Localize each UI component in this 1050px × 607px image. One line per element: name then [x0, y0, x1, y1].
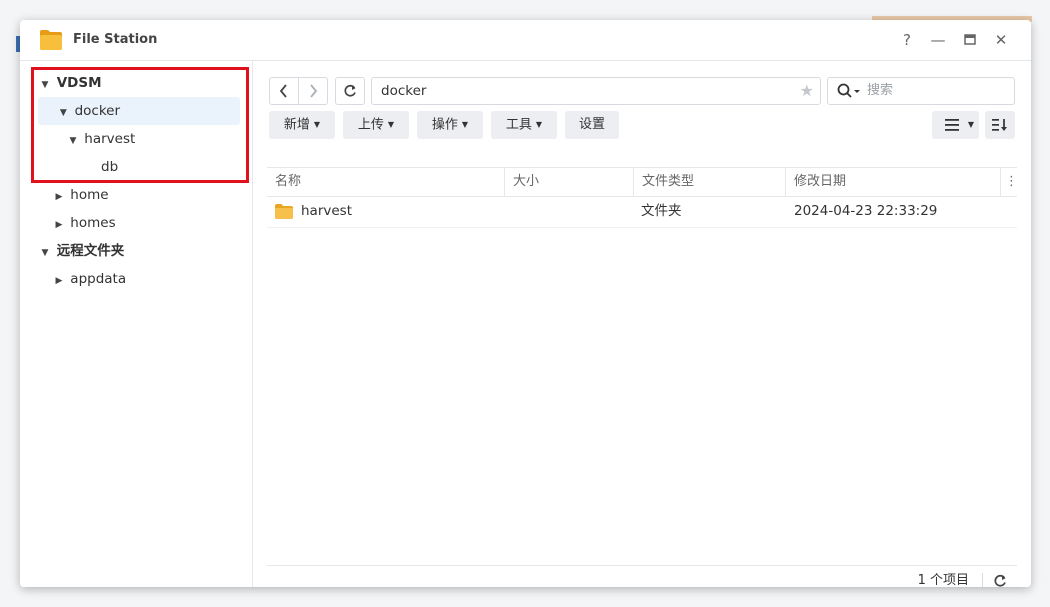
caret-down-icon: ▼	[535, 120, 543, 129]
tree-node-homes[interactable]: ▶ homes	[52, 209, 116, 237]
settings-button[interactable]: 设置	[565, 111, 619, 139]
refresh-button[interactable]	[335, 77, 365, 105]
action-button[interactable]: 操作 ▼	[417, 111, 483, 139]
tree-node-home[interactable]: ▶ home	[52, 181, 109, 209]
column-header-size[interactable]: 大小	[504, 168, 633, 196]
caret-right-icon[interactable]: ▶	[52, 267, 66, 295]
window-title: File Station	[73, 32, 158, 47]
sort-button[interactable]	[985, 111, 1015, 139]
refresh-icon	[344, 84, 356, 97]
row-type: 文件夹	[641, 203, 682, 219]
column-options-icon[interactable]: ⋮	[1000, 168, 1018, 196]
column-header-name[interactable]: 名称	[267, 168, 504, 196]
upload-button[interactable]: 上传 ▼	[343, 111, 409, 139]
close-button[interactable]: ✕	[991, 30, 1011, 50]
title-bar: File Station ? — ✕	[20, 20, 1031, 61]
caret-down-icon: ▼	[313, 120, 321, 129]
caret-down-icon: ▼	[461, 120, 469, 129]
tree-node-harvest[interactable]: ▼ harvest	[66, 125, 136, 155]
row-name: harvest	[301, 203, 353, 219]
chevron-left-icon	[279, 84, 287, 98]
tree-node-remote-folder[interactable]: ▼ 远程文件夹	[38, 237, 125, 267]
item-count: 1 个项目	[917, 573, 969, 587]
sort-icon	[992, 119, 1007, 131]
path-input[interactable]: docker ★	[371, 77, 821, 105]
tree-node-appdata[interactable]: ▶ appdata	[52, 265, 127, 295]
back-button[interactable]	[269, 77, 299, 105]
caret-down-icon[interactable]: ▼	[38, 239, 52, 267]
list-view-icon	[944, 119, 959, 131]
new-button[interactable]: 新增 ▼	[269, 111, 335, 139]
caret-right-icon[interactable]: ▶	[52, 211, 66, 239]
folder-icon	[275, 204, 293, 219]
help-button[interactable]: ?	[897, 30, 917, 50]
search-icon[interactable]	[837, 83, 863, 99]
table-header: 名称 大小 文件类型 修改日期 ⋮	[267, 167, 1018, 197]
star-icon[interactable]: ★	[800, 78, 814, 104]
caret-down-icon[interactable]: ▼	[38, 71, 52, 99]
caret-right-icon[interactable]: ▶	[52, 183, 66, 211]
caret-down-icon: ▼	[967, 120, 974, 129]
folder-app-icon	[40, 30, 62, 50]
tree-node-vdsm[interactable]: ▼ VDSM	[38, 69, 102, 97]
tree-node-db[interactable]: db	[101, 153, 118, 181]
row-modified: 2024-04-23 22:33:29	[794, 203, 938, 219]
file-station-window: File Station ? — ✕ ▼ VDSM ▼ docker ▼ har…	[20, 20, 1031, 587]
column-header-type[interactable]: 文件类型	[633, 168, 785, 196]
status-bar: 1 个项目	[267, 565, 1017, 587]
caret-down-icon[interactable]: ▼	[66, 127, 80, 155]
chevron-right-icon	[310, 84, 318, 98]
caret-down-icon: ▼	[387, 120, 395, 129]
tools-button[interactable]: 工具 ▼	[491, 111, 557, 139]
table-row[interactable]: harvest 文件夹 2024-04-23 22:33:29	[267, 197, 1017, 228]
tree-node-docker[interactable]: ▼ docker	[38, 97, 240, 125]
divider	[982, 573, 983, 587]
column-header-modified[interactable]: 修改日期	[785, 168, 1000, 196]
maximize-button[interactable]	[960, 30, 980, 51]
search-input[interactable]: 搜索	[827, 77, 1015, 105]
maximize-icon	[964, 34, 976, 45]
forward-button[interactable]	[298, 77, 328, 105]
minimize-button[interactable]: —	[928, 30, 948, 50]
view-mode-button[interactable]: ▼	[932, 111, 979, 139]
main-panel: docker ★ 搜索 新增 ▼ 上传 ▼ 操作 ▼ 工具 ▼ 设置 ▼ 名称 …	[253, 61, 1031, 587]
refresh-icon[interactable]	[993, 574, 1007, 587]
caret-down-icon[interactable]: ▼	[56, 99, 70, 127]
sidebar-tree: ▼ VDSM ▼ docker ▼ harvest db ▶ home ▶ ho…	[20, 61, 253, 587]
